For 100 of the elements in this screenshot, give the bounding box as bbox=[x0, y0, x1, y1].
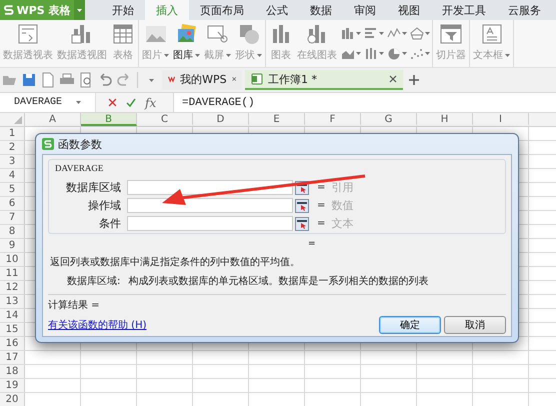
calculation-result: 计算结果 = bbox=[48, 298, 101, 313]
ribbon-tab[interactable]: 页面布局 bbox=[189, 0, 255, 20]
plus-icon bbox=[408, 74, 420, 86]
horizontal-bar-chart-icon bbox=[364, 26, 378, 40]
toolbar-button[interactable] bbox=[21, 72, 37, 88]
column-header[interactable]: E bbox=[249, 113, 305, 126]
ribbon-tab[interactable]: 开始 bbox=[101, 0, 145, 20]
column-header[interactable]: C bbox=[137, 113, 193, 126]
caret-icon bbox=[424, 52, 430, 54]
caret-icon bbox=[378, 32, 384, 34]
column-header[interactable]: B bbox=[81, 113, 137, 126]
row-header[interactable]: 9 bbox=[0, 239, 25, 252]
row-header[interactable]: 2 bbox=[0, 141, 25, 154]
collapse-dialog-button[interactable] bbox=[295, 198, 309, 212]
argument-field[interactable] bbox=[127, 216, 293, 231]
row-header[interactable]: 20 bbox=[0, 393, 25, 406]
function-description: 返回列表或数据库中满足指定条件的列中数值的平均值。 bbox=[49, 256, 301, 270]
row-header[interactable]: 12 bbox=[0, 281, 25, 294]
close-icon[interactable] bbox=[232, 75, 236, 83]
app-icon bbox=[42, 138, 54, 150]
ribbon-tab[interactable]: 审阅 bbox=[343, 0, 387, 20]
row-header[interactable]: 11 bbox=[0, 267, 25, 280]
spreadsheet-icon bbox=[251, 73, 263, 85]
column-header[interactable]: I bbox=[473, 113, 529, 126]
new-file-icon bbox=[40, 72, 56, 88]
caret-icon bbox=[378, 52, 384, 54]
collapse-dialog-button[interactable] bbox=[295, 216, 309, 230]
range-select-icon bbox=[297, 182, 307, 192]
row-header[interactable]: 7 bbox=[0, 211, 25, 224]
caret-icon bbox=[148, 78, 154, 82]
close-icon[interactable] bbox=[389, 75, 397, 83]
help-link[interactable]: 有关该函数的帮助 (H) bbox=[48, 318, 147, 332]
caret-icon bbox=[76, 101, 82, 104]
argument-description: 构成列表或数据库的单元格区域。数据库是一系列相关的数据的列表 bbox=[128, 274, 428, 288]
radar-chart-icon bbox=[410, 26, 424, 40]
caret-icon bbox=[402, 52, 406, 54]
column-header[interactable]: D bbox=[193, 113, 249, 126]
document-tab[interactable]: 我的WPS bbox=[162, 70, 242, 90]
equals-sign: = bbox=[317, 200, 326, 211]
argument-name: 数据库区域: bbox=[67, 274, 120, 288]
row-header[interactable]: 1 bbox=[0, 127, 25, 140]
scatter-chart-icon bbox=[410, 46, 424, 60]
new-tab-button[interactable] bbox=[406, 72, 422, 88]
ribbon-tab[interactable]: 云服务 bbox=[497, 0, 552, 20]
toolbar-button[interactable] bbox=[40, 72, 56, 88]
table-icon bbox=[111, 23, 135, 45]
column-header[interactable]: H bbox=[417, 113, 473, 126]
logo-icon bbox=[4, 4, 14, 16]
row-header[interactable]: 10 bbox=[0, 253, 25, 266]
ribbon-button[interactable]: 图库 bbox=[171, 20, 202, 67]
row-header[interactable]: 5 bbox=[0, 183, 25, 196]
equals-sign: = bbox=[317, 182, 326, 193]
dialog-button[interactable]: 确定 bbox=[379, 316, 441, 334]
row-header[interactable]: 15 bbox=[0, 323, 25, 336]
ribbon-tab[interactable]: 视图 bbox=[387, 0, 431, 20]
save-icon bbox=[21, 72, 37, 88]
argument-label: 数据库区域 bbox=[65, 180, 121, 195]
column-chart-icon bbox=[340, 26, 354, 40]
range-select-icon bbox=[297, 200, 307, 210]
argument-label: 条件 bbox=[98, 216, 121, 231]
ribbon-tab[interactable]: 插入 bbox=[145, 0, 189, 20]
argument-field[interactable] bbox=[127, 198, 293, 213]
select-all-icon[interactable] bbox=[14, 116, 22, 124]
column-header[interactable]: G bbox=[361, 113, 417, 126]
ribbon-tab[interactable]: 数据 bbox=[299, 0, 343, 20]
row-header[interactable]: 17 bbox=[0, 351, 25, 364]
ribbon-tab[interactable]: 开发工具 bbox=[431, 0, 497, 20]
range-select-icon bbox=[297, 218, 307, 228]
check-icon[interactable] bbox=[126, 98, 136, 107]
caret-icon bbox=[424, 32, 430, 34]
ribbon-tab[interactable]: 公式 bbox=[255, 0, 299, 20]
argument-type: 文本 bbox=[331, 216, 354, 231]
row-header[interactable]: 8 bbox=[0, 225, 25, 238]
screenshot-icon bbox=[206, 23, 230, 45]
row-header[interactable]: 6 bbox=[0, 197, 25, 210]
caret-icon bbox=[356, 52, 360, 54]
row-header[interactable]: 19 bbox=[0, 379, 25, 392]
pie-chart-icon bbox=[386, 46, 400, 60]
row-header[interactable]: 16 bbox=[0, 337, 25, 350]
argument-type: 数值 bbox=[331, 198, 354, 213]
picture-icon bbox=[144, 23, 168, 45]
formula-field[interactable]: =DAVERAGE() bbox=[174, 93, 556, 112]
dialog-button[interactable]: 取消 bbox=[444, 316, 506, 334]
caret-icon bbox=[76, 8, 82, 12]
argument-label: 操作域 bbox=[87, 198, 121, 213]
close-icon[interactable] bbox=[108, 98, 117, 107]
row-header[interactable]: 14 bbox=[0, 309, 25, 322]
row-header[interactable]: 4 bbox=[0, 169, 25, 182]
column-header[interactable]: F bbox=[305, 113, 361, 126]
document-tab[interactable]: 工作簿1 * bbox=[245, 70, 403, 90]
function-name: DAVERAGE bbox=[55, 163, 104, 173]
row-header[interactable]: 13 bbox=[0, 295, 25, 308]
row-header[interactable]: 18 bbox=[0, 365, 25, 378]
row-header[interactable]: 3 bbox=[0, 155, 25, 168]
insert-function-button[interactable]: fx bbox=[145, 96, 156, 110]
result-preview: = bbox=[308, 239, 316, 249]
equals-sign: = bbox=[317, 218, 326, 229]
text-box-icon bbox=[480, 23, 504, 45]
logo-icon bbox=[168, 74, 176, 84]
dialog-title: 函数参数 bbox=[58, 136, 102, 152]
